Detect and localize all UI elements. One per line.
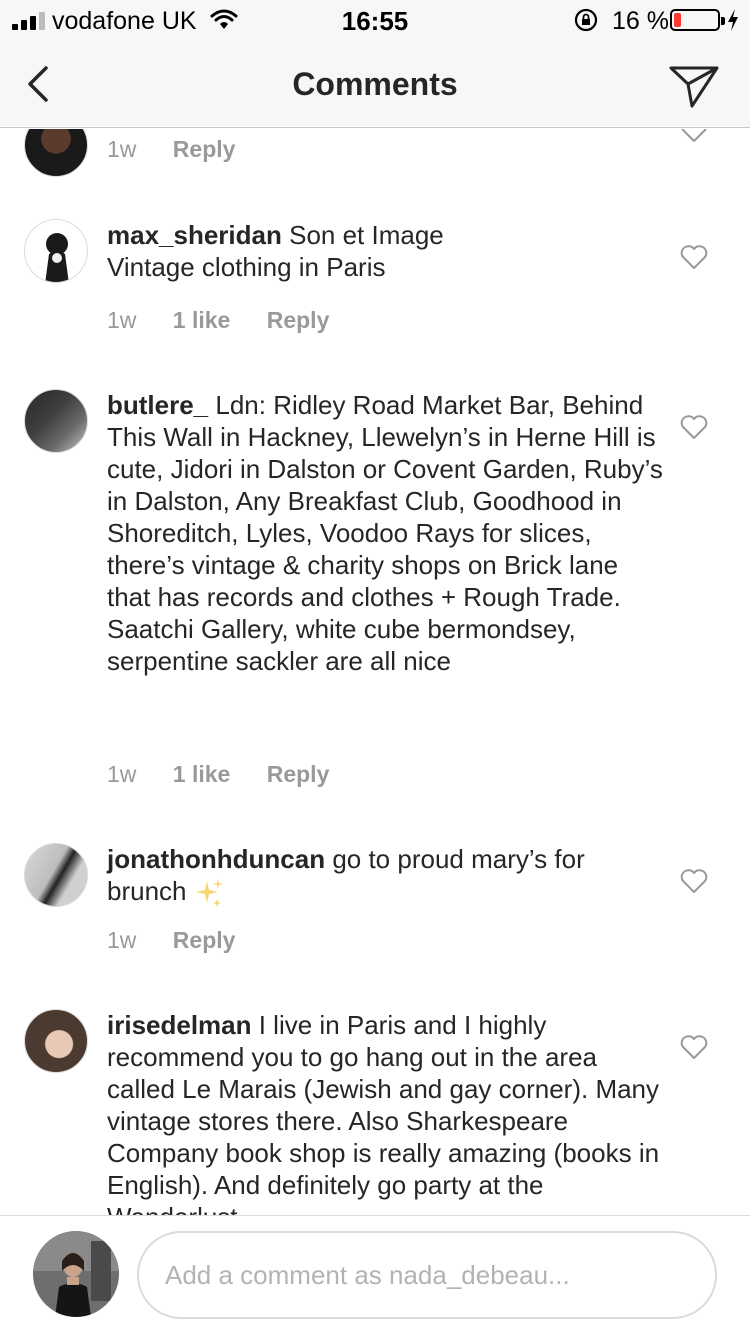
comment-list[interactable]: 1w Reply max_sheridan Son et Image Vinta… — [0, 129, 750, 1215]
likes-count[interactable]: 1 like — [173, 307, 231, 333]
comment-username[interactable]: jonathonhduncan — [107, 844, 325, 874]
comment-meta: 1w 1 like Reply — [107, 307, 359, 334]
charging-bolt-icon — [728, 9, 738, 31]
comment-body: Ldn: Ridley Road Market Bar, Behind This… — [107, 390, 663, 676]
avatar[interactable] — [24, 1009, 88, 1073]
heart-icon[interactable] — [680, 1034, 708, 1060]
avatar[interactable] — [24, 389, 88, 453]
rotation-lock-icon — [574, 8, 598, 32]
comment-item: jonathonhduncan go to proud mary’s for b… — [0, 843, 750, 973]
heart-icon[interactable] — [680, 244, 708, 270]
comment-meta: 1w 1 like Reply — [107, 761, 359, 788]
comment-time: 1w — [107, 136, 137, 162]
nav-bar: Comments — [0, 40, 750, 128]
comment-item: max_sheridan Son et Image Vintage clothi… — [0, 219, 750, 359]
heart-icon[interactable] — [680, 868, 708, 894]
battery-percent: 16 % — [612, 7, 669, 35]
comment-username[interactable]: max_sheridan — [107, 220, 282, 250]
page-title: Comments — [292, 66, 458, 102]
reply-button[interactable]: Reply — [267, 307, 330, 333]
comment-composer — [0, 1215, 750, 1334]
current-user-avatar — [33, 1231, 119, 1317]
comment-meta: 1w Reply — [107, 136, 265, 163]
reply-button[interactable]: Reply — [173, 136, 236, 162]
heart-icon[interactable] — [680, 414, 708, 440]
reply-button[interactable]: Reply — [267, 761, 330, 787]
comment-username[interactable]: butlere_ — [107, 390, 208, 420]
comment-item: irisedelman I live in Paris and I highly… — [0, 1009, 750, 1215]
avatar[interactable] — [24, 219, 88, 283]
comment-item: 1w Reply — [0, 129, 750, 179]
paper-plane-icon[interactable] — [668, 64, 720, 108]
avatar[interactable] — [24, 129, 88, 177]
comment-input[interactable] — [137, 1231, 717, 1319]
comment-text: irisedelman I live in Paris and I highly… — [107, 1009, 667, 1215]
comment-time: 1w — [107, 927, 137, 953]
comment-text: max_sheridan Son et Image Vintage clothi… — [107, 219, 667, 283]
avatar[interactable] — [24, 843, 88, 907]
comment-text: butlere_ Ldn: Ridley Road Market Bar, Be… — [107, 389, 667, 677]
comment-text: jonathonhduncan go to proud mary’s for b… — [107, 843, 667, 909]
comment-body: I live in Paris and I highly recommend y… — [107, 1010, 660, 1215]
comment-time: 1w — [107, 307, 137, 333]
status-bar: vodafone UK 16:55 16 % — [0, 0, 750, 40]
comment-time: 1w — [107, 761, 137, 787]
reply-button[interactable]: Reply — [173, 927, 236, 953]
comment-meta: 1w Reply — [107, 927, 265, 954]
comment-username[interactable]: irisedelman — [107, 1010, 252, 1040]
battery-icon — [670, 9, 725, 31]
comment-item: butlere_ Ldn: Ridley Road Market Bar, Be… — [0, 389, 750, 799]
heart-icon[interactable] — [680, 129, 708, 143]
sparkles-icon — [195, 879, 223, 908]
likes-count[interactable]: 1 like — [173, 761, 231, 787]
